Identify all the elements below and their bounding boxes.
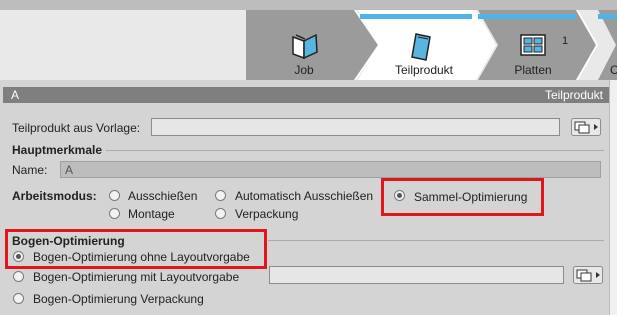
radio-automatisch-ausschiessen-label[interactable]: Automatisch Ausschießen xyxy=(235,189,373,203)
radio-verpackung[interactable] xyxy=(215,208,226,219)
layout-picker-button[interactable] xyxy=(573,266,603,284)
top-bar xyxy=(0,0,617,10)
layout-template-input[interactable] xyxy=(269,266,564,284)
panel-name: A xyxy=(11,88,20,102)
name-input[interactable]: A xyxy=(60,161,601,178)
template-picker-button[interactable] xyxy=(571,118,601,136)
platten-count-badge: 1 xyxy=(562,35,569,47)
scrollbar[interactable] xyxy=(609,80,617,315)
panel-title-bar: A Teilprodukt xyxy=(3,87,609,103)
name-value: A xyxy=(65,163,74,177)
step-teilprodukt[interactable]: Teilprodukt xyxy=(358,10,498,80)
template-label: Teilprodukt aus Vorlage: xyxy=(12,121,141,135)
step-next[interactable]: C xyxy=(598,10,617,80)
radio-automatisch-ausschiessen[interactable] xyxy=(215,190,226,201)
radio-bogen-verpackung[interactable] xyxy=(13,293,24,304)
step-label: C xyxy=(610,63,617,77)
radio-bogen-mit-layout[interactable] xyxy=(13,271,24,282)
panel-title: Teilprodukt xyxy=(544,88,603,102)
hauptmerkmale-heading: Hauptmerkmale xyxy=(12,143,103,157)
document-icon xyxy=(411,33,431,61)
book-icon xyxy=(292,33,318,60)
radio-bogen-mit-layout-label[interactable]: Bogen-Optimierung mit Layoutvorgabe xyxy=(33,270,239,284)
radio-verpackung-label[interactable]: Verpackung xyxy=(235,207,298,221)
step-label: Teilprodukt xyxy=(394,63,454,77)
radio-montage[interactable] xyxy=(109,208,120,219)
radio-montage-label[interactable]: Montage xyxy=(128,207,175,221)
highlight-box xyxy=(381,178,544,216)
arbeitsmodus-label: Arbeitsmodus: xyxy=(12,189,97,203)
step-platten[interactable]: 1 Platten xyxy=(478,10,598,80)
radio-ausschiessen[interactable] xyxy=(109,190,120,201)
plates-icon xyxy=(520,34,546,56)
radio-ausschiessen-label[interactable]: Ausschießen xyxy=(128,189,197,203)
section-divider xyxy=(268,240,604,241)
radio-bogen-verpackung-label[interactable]: Bogen-Optimierung Verpackung xyxy=(33,292,204,306)
highlight-box xyxy=(5,229,267,269)
step-label: Platten xyxy=(514,63,552,77)
template-input[interactable] xyxy=(151,118,560,136)
name-label: Name: xyxy=(12,163,48,177)
section-divider xyxy=(106,150,604,151)
step-label: Job xyxy=(294,63,314,77)
